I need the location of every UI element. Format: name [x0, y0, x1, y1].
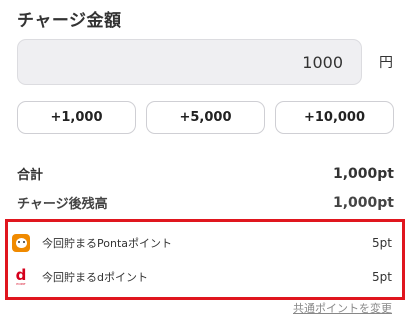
ponta-icon	[12, 234, 30, 252]
quick-add-buttons: +1,000 +5,000 +10,000	[17, 101, 397, 134]
total-row: 合計 1,000pt	[17, 164, 394, 184]
ponta-point-row: 今回貯まるPontaポイント 5pt	[12, 232, 392, 254]
charge-amount-row: 円	[17, 39, 397, 85]
total-label: 合計	[17, 168, 44, 183]
d-point-icon: d POINT	[15, 265, 27, 286]
currency-unit: 円	[379, 55, 393, 71]
d-point-label: 今回貯まるdポイント	[42, 271, 148, 284]
add-1000-button[interactable]: +1,000	[17, 101, 136, 134]
d-point-row: d POINT 今回貯まるdポイント 5pt	[12, 266, 392, 288]
page-title: チャージ金額	[17, 11, 122, 31]
balance-label: チャージ後残高	[17, 197, 108, 212]
ponta-point-value: 5pt	[372, 236, 392, 250]
balance-row: チャージ後残高 1,000pt	[17, 193, 394, 213]
ponta-point-label: 今回貯まるPontaポイント	[42, 237, 172, 250]
d-point-value: 5pt	[372, 270, 392, 284]
add-10000-button[interactable]: +10,000	[275, 101, 394, 134]
charge-amount-input[interactable]	[17, 39, 362, 85]
add-5000-button[interactable]: +5,000	[146, 101, 265, 134]
change-common-point-link[interactable]: 共通ポイントを変更	[293, 300, 392, 316]
total-value: 1,000pt	[333, 165, 394, 182]
balance-value: 1,000pt	[333, 194, 394, 211]
